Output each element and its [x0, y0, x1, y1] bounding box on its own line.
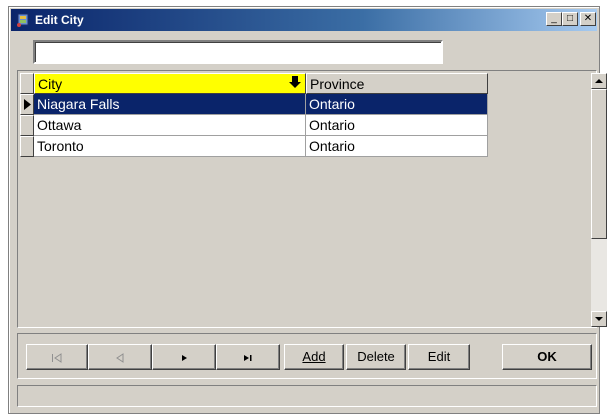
navigator-bar: Add Delete Edit OK — [17, 333, 597, 379]
table-row-city[interactable]: Ottawa — [34, 115, 306, 136]
last-record-icon — [244, 354, 252, 361]
search-field[interactable] — [33, 40, 443, 64]
column-header-city[interactable]: City — [34, 73, 306, 94]
close-button[interactable]: ✕ — [580, 12, 596, 26]
scrollbar-thumb[interactable] — [591, 89, 607, 239]
status-bar — [17, 385, 597, 407]
row-pointer-icon — [24, 99, 31, 110]
table-row-city[interactable]: Toronto — [34, 136, 306, 157]
edit-button[interactable]: Edit — [408, 344, 470, 370]
next-record-button[interactable] — [152, 344, 216, 370]
arrow-up-icon — [595, 79, 603, 83]
table-row-city[interactable]: Niagara Falls — [34, 94, 306, 115]
app-icon — [17, 13, 29, 27]
first-record-button[interactable] — [26, 344, 88, 370]
ok-button[interactable]: OK — [502, 344, 592, 370]
row-indicator[interactable] — [20, 94, 34, 115]
sort-down-icon — [289, 74, 301, 93]
ok-button-label: OK — [537, 349, 557, 364]
scroll-down-button[interactable] — [591, 311, 607, 327]
edit-city-window: Edit City _ □ ✕ City Province Niagara Fa… — [8, 6, 607, 414]
search-input[interactable] — [35, 42, 441, 62]
delete-button[interactable]: Delete — [346, 344, 406, 370]
table-row-province[interactable]: Ontario — [306, 94, 488, 115]
maximize-button[interactable]: □ — [562, 12, 578, 26]
table-row-province[interactable]: Ontario — [306, 115, 488, 136]
window-title: Edit City — [35, 13, 84, 27]
last-record-button[interactable] — [216, 344, 280, 370]
column-header-city-label: City — [38, 76, 63, 92]
table-row-province[interactable]: Ontario — [306, 136, 488, 157]
vertical-scrollbar[interactable] — [591, 73, 607, 327]
row-indicator[interactable] — [20, 136, 34, 157]
city-grid[interactable]: City Province Niagara Falls Ontario Otta… — [17, 70, 607, 328]
delete-button-label: Delete — [357, 349, 395, 364]
minimize-button[interactable]: _ — [546, 12, 562, 26]
prev-record-button[interactable] — [88, 344, 152, 370]
row-indicator[interactable] — [20, 115, 34, 136]
column-header-province[interactable]: Province — [306, 73, 488, 94]
header-corner — [20, 73, 34, 94]
close-icon: ✕ — [583, 13, 593, 24]
add-button[interactable]: Add — [284, 344, 344, 370]
edit-button-label: Edit — [427, 349, 451, 364]
minimize-icon: _ — [551, 13, 557, 24]
first-record-icon — [52, 352, 62, 363]
maximize-icon: □ — [566, 13, 574, 24]
next-record-icon — [182, 354, 187, 361]
column-header-province-label: Province — [310, 76, 365, 92]
prev-record-icon — [116, 352, 124, 363]
add-button-label: Add — [302, 349, 326, 364]
scroll-up-button[interactable] — [591, 73, 607, 89]
title-bar: Edit City _ □ ✕ — [11, 9, 597, 31]
arrow-down-icon — [595, 317, 603, 321]
